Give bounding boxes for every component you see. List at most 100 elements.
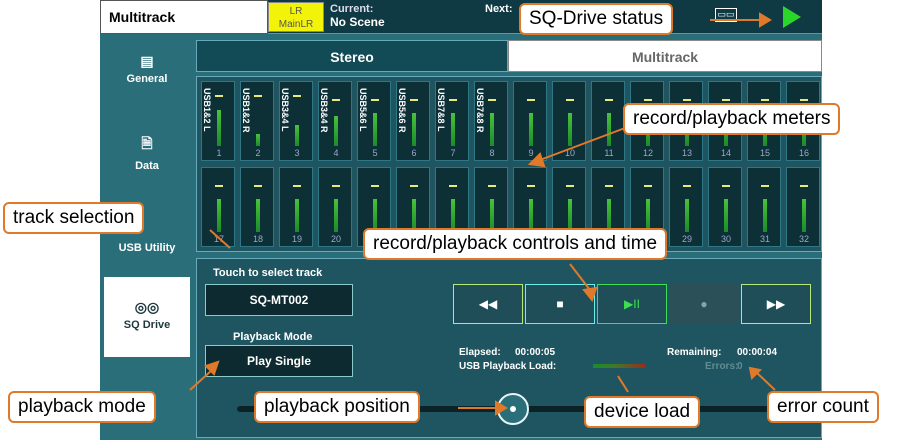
meter-level-bar — [373, 113, 377, 146]
play-pause-button[interactable]: ▶II — [597, 284, 667, 324]
next-label: Next: — [485, 3, 513, 15]
rewind-button[interactable]: ◀◀ — [453, 284, 523, 324]
meter-track-number: 13 — [681, 148, 692, 158]
meter-level-bar — [217, 110, 221, 146]
meter-peak-mark — [215, 95, 223, 97]
meter-track-number: 8 — [489, 148, 495, 158]
app-title: Multitrack — [100, 0, 268, 34]
usb-file-icon: 🗎 — [141, 135, 153, 151]
mode-tabs: Stereo Multitrack — [196, 40, 822, 72]
meter-level-bar — [685, 199, 689, 232]
tab-stereo[interactable]: Stereo — [196, 40, 508, 72]
meter-level-bar — [334, 199, 338, 232]
meter-peak-mark — [254, 95, 262, 97]
meter-level-bar — [334, 116, 338, 146]
track-meter: USB3&4 L 3 — [279, 81, 313, 161]
sq-drive-app: Multitrack LR MainLR Current: No Scene N… — [100, 0, 822, 440]
sidebar-item-usb-utility[interactable]: USB Utility — [104, 242, 190, 262]
meter-peak-mark — [371, 185, 379, 187]
meter-track-number: 30 — [720, 234, 731, 244]
meter-level-bar — [490, 113, 494, 146]
sidebar-item-data[interactable]: 🗎 Data — [104, 133, 190, 183]
track-meter: 20 — [318, 167, 352, 247]
fast-forward-button[interactable]: ▶▶ — [741, 284, 811, 324]
track-meter: USB5&6 R 6 — [396, 81, 430, 161]
document-icon: ▤ — [140, 53, 154, 69]
callout-sqdrive-status: SQ-Drive status — [519, 3, 674, 35]
meter-track-number: 12 — [642, 148, 653, 158]
meter-channel-label: USB7&8 R — [475, 88, 485, 133]
meter-level-bar — [607, 113, 611, 146]
meter-peak-mark — [371, 99, 379, 101]
sidebar-item-label: USB Utility — [118, 242, 176, 254]
callout-track-selection: track selection — [3, 202, 145, 234]
lr-badge-line1: LR — [289, 6, 303, 17]
meter-track-number: 20 — [330, 234, 341, 244]
meter-peak-mark — [761, 99, 769, 101]
meter-track-number: 29 — [681, 234, 692, 244]
meter-channel-label: USB5&6 R — [397, 88, 407, 133]
meter-channel-label: USB5&6 L — [358, 88, 368, 132]
sidebar-item-label: Data — [135, 160, 159, 172]
meter-track-number: 32 — [798, 234, 809, 244]
track-meter: 31 — [747, 167, 781, 247]
meter-peak-mark — [605, 185, 613, 187]
meter-channel-label: USB1&2 R — [241, 88, 251, 133]
lr-badge[interactable]: LR MainLR — [268, 2, 324, 32]
track-meter: 17 — [201, 167, 235, 247]
meter-level-bar — [295, 125, 299, 146]
record-button[interactable]: ● — [669, 284, 739, 324]
sidebar-item-general[interactable]: ▤ General — [104, 53, 190, 103]
meter-peak-mark — [449, 99, 457, 101]
meter-track-number: 7 — [450, 148, 456, 158]
tape-reels-icon: ◎◎ — [134, 299, 160, 315]
meter-peak-mark — [566, 99, 574, 101]
elapsed-label: Elapsed: — [459, 347, 501, 358]
meter-track-number: 3 — [294, 148, 300, 158]
meter-peak-mark — [566, 185, 574, 187]
track-meter: 30 — [708, 167, 742, 247]
meter-peak-mark — [683, 99, 691, 101]
current-scene[interactable]: Current: No Scene — [330, 3, 385, 29]
play-status-icon — [783, 6, 801, 28]
sidebar-item-sq-drive[interactable]: ◎◎ SQ Drive — [104, 277, 190, 357]
track-meter: USB5&6 L 5 — [357, 81, 391, 161]
meter-peak-mark — [410, 99, 418, 101]
meter-peak-mark — [488, 185, 496, 187]
meter-level-bar — [451, 113, 455, 146]
sidebar: ▤ General 🗎 Data USB Utility ◎◎ SQ Drive — [100, 37, 192, 440]
playback-mode-button[interactable]: Play Single — [205, 345, 353, 377]
meter-level-bar — [763, 199, 767, 232]
meter-peak-mark — [488, 99, 496, 101]
sidebar-item-label: General — [126, 73, 168, 85]
meter-track-number: 14 — [720, 148, 731, 158]
usb-drive-icon: ▭▭ — [715, 8, 737, 22]
meter-level-bar — [724, 199, 728, 232]
track-select-button[interactable]: SQ-MT002 — [205, 284, 353, 316]
meter-peak-mark — [215, 185, 223, 187]
tab-multitrack[interactable]: Multitrack — [508, 40, 822, 72]
track-meter: 32 — [786, 167, 820, 247]
meter-peak-mark — [800, 99, 808, 101]
meter-track-number: 6 — [411, 148, 417, 158]
track-meter: USB1&2 L 1 — [201, 81, 235, 161]
meter-level-bar — [568, 113, 572, 146]
meter-peak-mark — [683, 185, 691, 187]
stop-button[interactable]: ■ — [525, 284, 595, 324]
meter-track-number: 31 — [759, 234, 770, 244]
track-meter: 18 — [240, 167, 274, 247]
track-meter: 11 — [591, 81, 625, 161]
meter-level-bar — [802, 199, 806, 232]
meter-peak-mark — [332, 185, 340, 187]
callout-error-count: error count — [767, 391, 879, 423]
meter-track-number: 11 — [604, 148, 614, 158]
meter-track-number: 9 — [528, 148, 534, 158]
playback-position-knob[interactable] — [497, 393, 529, 425]
meter-track-number: 18 — [252, 234, 263, 244]
remaining-value: 00:00:04 — [737, 347, 778, 358]
meter-channel-label: USB1&2 L — [202, 88, 212, 132]
meter-peak-mark — [722, 185, 730, 187]
sidebar-item-label: SQ Drive — [123, 319, 171, 331]
errors-value: 0 — [737, 361, 743, 372]
callout-meters: record/playback meters — [623, 103, 841, 135]
